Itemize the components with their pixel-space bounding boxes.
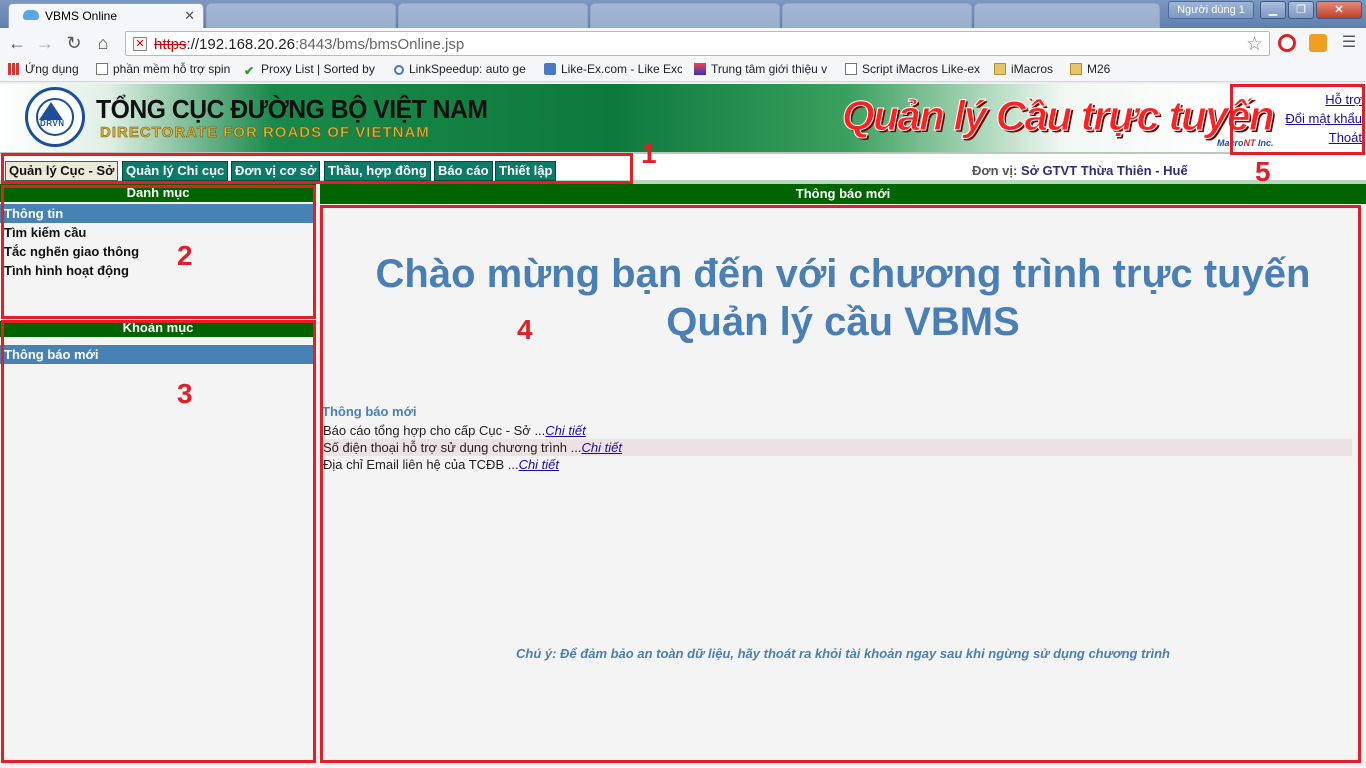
address-bar[interactable]: ✕ https://192.168.20.26:8443/bms/bmsOnli…: [125, 31, 1270, 56]
link-icon: [394, 65, 404, 75]
bookmark-item[interactable]: Trung tâm giới thiệu v: [694, 62, 832, 76]
annotation-box-2: [1, 185, 316, 319]
browser-tab[interactable]: [206, 3, 396, 28]
url-text: https://192.168.20.26:8443/bms/bmsOnline…: [154, 36, 465, 53]
org-name-vietnamese: TỔNG CỤC ĐƯỜNG BỘ VIỆT NAM: [96, 94, 488, 124]
bookmark-item[interactable]: Ứng dụng: [8, 62, 88, 76]
site-banner: DRVN TỔNG CỤC ĐƯỜNG BỘ VIỆT NAM DIRECTOR…: [0, 84, 1366, 152]
annotation-number-5: 5: [1255, 156, 1271, 187]
page-icon: [845, 63, 857, 75]
annotation-box-1: [1, 153, 633, 184]
annotation-number-4: 4: [517, 314, 533, 345]
bookmark-item[interactable]: LinkSpeedup: auto ge: [394, 62, 532, 76]
cloud-icon: [23, 10, 39, 20]
apps-icon: [8, 63, 20, 75]
like-icon: [544, 63, 556, 75]
close-window-button[interactable]: ✕: [1316, 1, 1362, 19]
bookmark-star-icon[interactable]: ☆: [1246, 33, 1263, 56]
road-icon: [39, 102, 63, 120]
user-profile-badge[interactable]: Người dùng 1: [1168, 1, 1254, 19]
annotation-box-3: [1, 320, 316, 763]
annotation-number-2: 2: [177, 240, 193, 271]
imacros-extension-icon[interactable]: [1309, 34, 1327, 52]
bookmarks-bar: Ứng dụng phần mềm hỗ trợ spin ✔ Proxy Lis…: [0, 58, 1366, 82]
org-name-english: DIRECTORATE FOR ROADS OF VIETNAM: [100, 124, 430, 142]
app-title: Quản lý Cầu trực tuyến: [841, 92, 1275, 140]
main-header: Thông báo mới: [320, 184, 1366, 204]
bookmark-folder[interactable]: M26: [1070, 62, 1120, 76]
folder-icon: [994, 63, 1006, 75]
unit-info: Đơn vị: Sở GTVT Thừa Thiên - Huế: [972, 163, 1188, 178]
browser-tab[interactable]: [398, 3, 588, 28]
annotation-number-1: 1: [641, 138, 657, 169]
close-tab-icon[interactable]: ✕: [184, 8, 195, 24]
annotation-box-5: [1230, 84, 1365, 155]
folder-icon: [1070, 63, 1082, 75]
browser-titlebar: VBMS Online ✕ Người dùng 1 ▁ ❐ ✕: [0, 0, 1366, 28]
check-icon: ✔: [244, 64, 255, 76]
back-icon[interactable]: ←: [6, 32, 28, 54]
browser-tab[interactable]: [590, 3, 780, 28]
blog-icon: [694, 63, 706, 75]
drvn-logo: DRVN: [25, 87, 85, 147]
insecure-lock-icon[interactable]: ✕: [133, 37, 147, 51]
bookmark-item[interactable]: Like-Ex.com - Like Exc: [544, 62, 682, 76]
menu-icon[interactable]: ☰: [1338, 32, 1360, 54]
browser-toolbar: ← → ↻ ⌂ ✕ https://192.168.20.26:8443/bms…: [0, 28, 1366, 58]
maximize-button[interactable]: ❐: [1288, 1, 1314, 19]
annotation-box-4: [320, 205, 1361, 763]
bookmark-item[interactable]: Script iMacros Like-ex: [845, 62, 983, 76]
minimize-button[interactable]: ▁: [1260, 1, 1286, 19]
forward-icon[interactable]: →: [34, 32, 56, 54]
home-icon[interactable]: ⌂: [92, 32, 114, 54]
browser-tab[interactable]: [974, 3, 1160, 28]
annotation-number-3: 3: [177, 378, 193, 409]
tab-title: VBMS Online: [45, 9, 118, 23]
browser-tab[interactable]: [782, 3, 972, 28]
page-icon: [96, 63, 108, 75]
browser-tab-active[interactable]: VBMS Online ✕: [8, 3, 204, 28]
bookmark-item[interactable]: phần mềm hỗ trợ spin: [96, 62, 234, 76]
logo-text: DRVN: [40, 119, 65, 128]
reload-icon[interactable]: ↻: [63, 32, 85, 54]
opera-extension-icon[interactable]: [1278, 34, 1296, 52]
bookmark-folder[interactable]: iMacros: [994, 62, 1064, 76]
bookmark-item[interactable]: ✔ Proxy List | Sorted by: [244, 62, 382, 76]
